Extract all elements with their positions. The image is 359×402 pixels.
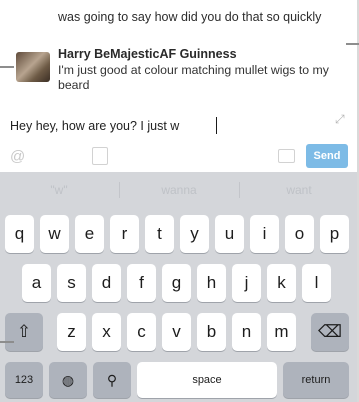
key-g[interactable]: g xyxy=(162,264,191,302)
at-sign-icon[interactable]: @ xyxy=(10,148,25,165)
key-k[interactable]: k xyxy=(267,264,296,302)
key-r[interactable]: r xyxy=(110,215,139,253)
return-key[interactable]: return xyxy=(283,362,349,398)
suggestion-2[interactable]: wanna xyxy=(120,172,238,208)
key-a[interactable]: a xyxy=(22,264,51,302)
key-x[interactable]: x xyxy=(92,313,121,351)
shift-arrow-icon: ⇧ xyxy=(16,322,32,341)
image-icon[interactable] xyxy=(278,149,295,163)
key-e[interactable]: e xyxy=(75,215,104,253)
callout-line-left-top xyxy=(0,66,14,68)
key-o[interactable]: o xyxy=(285,215,314,253)
ios-keyboard: "w" wanna want q w e r t y u i o p a s d… xyxy=(0,172,357,402)
key-p[interactable]: p xyxy=(320,215,349,253)
callout-line-right-top xyxy=(346,43,359,45)
globe-key[interactable]: ◍ xyxy=(49,362,87,398)
backspace-icon: ⌫ xyxy=(317,322,343,341)
avatar[interactable] xyxy=(16,52,50,82)
key-b[interactable]: b xyxy=(197,313,226,351)
key-u[interactable]: u xyxy=(215,215,244,253)
phone-screen: was going to say how did you do that so … xyxy=(0,0,359,402)
key-i[interactable]: i xyxy=(250,215,279,253)
key-f[interactable]: f xyxy=(127,264,156,302)
expand-arrow-icon[interactable]: ⤢ xyxy=(335,112,349,126)
key-n[interactable]: n xyxy=(232,313,261,351)
key-m[interactable]: m xyxy=(267,313,296,351)
key-h[interactable]: h xyxy=(197,264,226,302)
key-d[interactable]: d xyxy=(92,264,121,302)
message-composer[interactable]: Hey hey, how are you? I just w ⤢ xyxy=(0,110,357,142)
key-y[interactable]: y xyxy=(180,215,209,253)
space-key[interactable]: space xyxy=(137,362,277,398)
predictive-suggestions: "w" wanna want xyxy=(0,172,357,208)
send-button[interactable]: Send xyxy=(306,144,348,168)
microphone-icon: ⚲ xyxy=(106,372,118,388)
message-text: I'm just good at colour matching mullet … xyxy=(58,63,329,92)
key-j[interactable]: j xyxy=(232,264,261,302)
composer-toolbar: @ Send xyxy=(0,142,357,172)
key-z[interactable]: z xyxy=(57,313,86,351)
backspace-key[interactable]: ⌫ xyxy=(311,313,349,351)
globe-icon: ◍ xyxy=(61,372,75,388)
paperclip-icon[interactable] xyxy=(92,147,108,165)
key-t[interactable]: t xyxy=(145,215,174,253)
key-c[interactable]: c xyxy=(127,313,156,351)
message-sender[interactable]: Harry BeMajesticAF Guinness xyxy=(58,47,237,61)
composer-input-text[interactable]: Hey hey, how are you? I just w xyxy=(10,119,179,133)
chat-previous-message: was going to say how did you do that so … xyxy=(58,10,322,24)
key-l[interactable]: l xyxy=(302,264,331,302)
key-v[interactable]: v xyxy=(162,313,191,351)
mic-key[interactable]: ⚲ xyxy=(93,362,131,398)
suggestion-1[interactable]: "w" xyxy=(0,172,118,208)
suggestion-3[interactable]: want xyxy=(240,172,357,208)
numbers-key[interactable]: 123 xyxy=(5,362,43,398)
key-q[interactable]: q xyxy=(5,215,34,253)
callout-line-left-bottom xyxy=(0,341,14,343)
key-s[interactable]: s xyxy=(57,264,86,302)
text-caret xyxy=(216,117,217,134)
key-w[interactable]: w xyxy=(40,215,69,253)
shift-key[interactable]: ⇧ xyxy=(5,313,43,351)
